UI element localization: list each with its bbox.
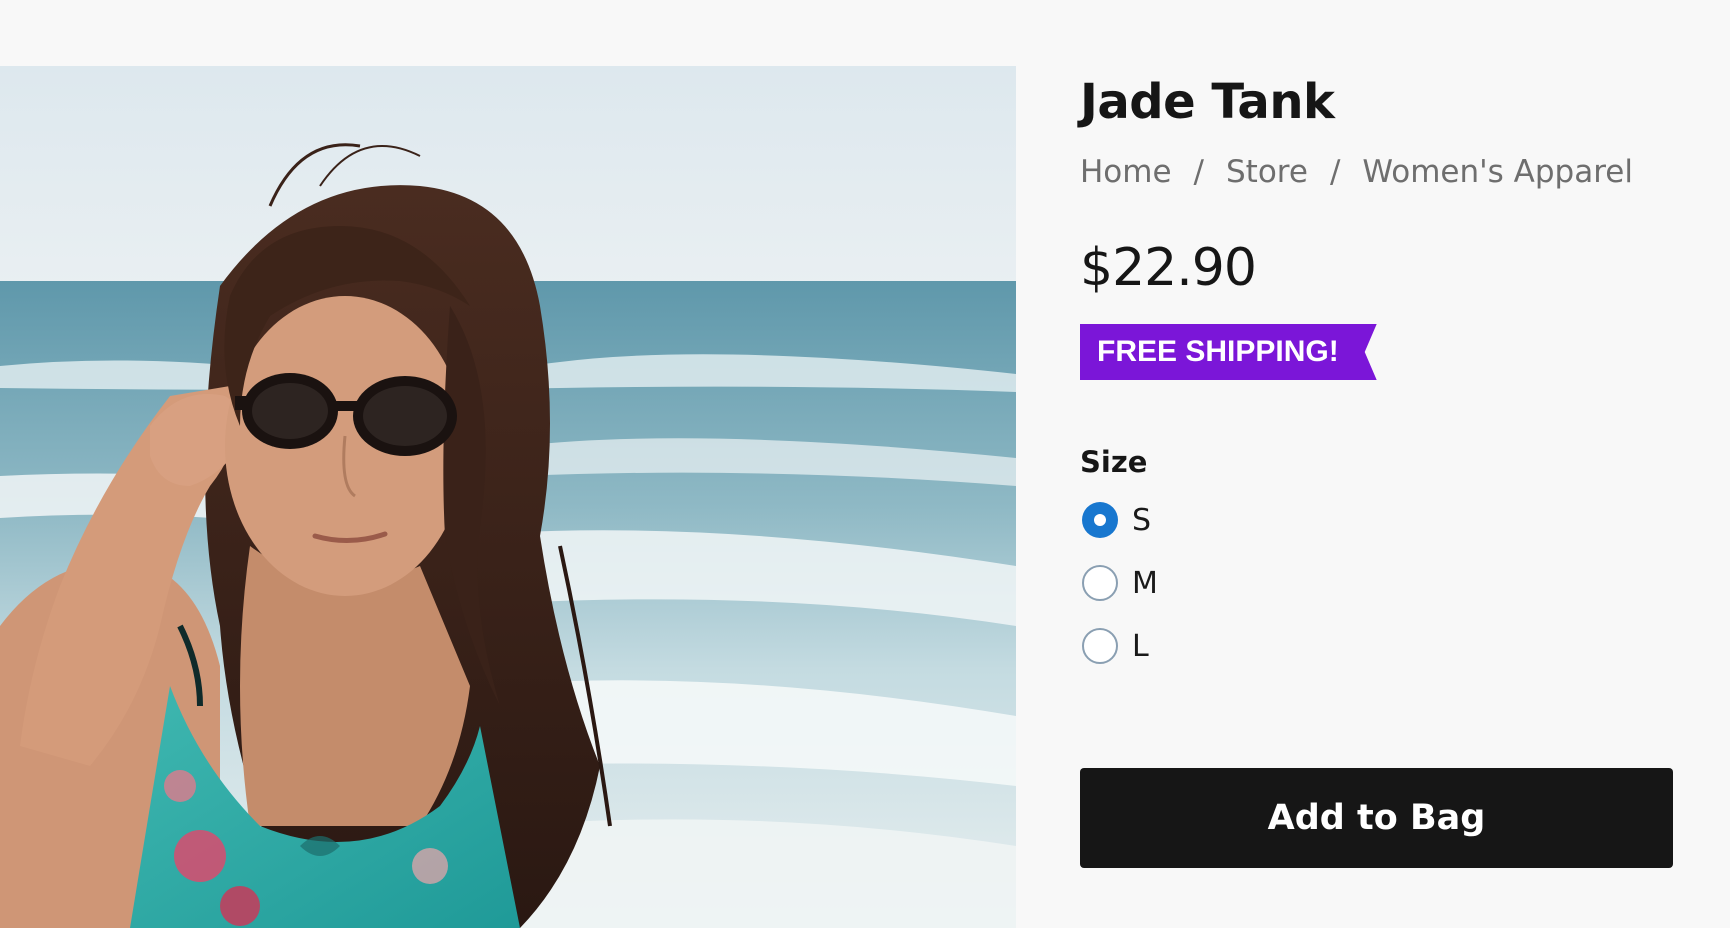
breadcrumb-separator: / [1193, 154, 1204, 190]
product-price: $22.90 [1080, 238, 1257, 298]
breadcrumb-womens-apparel[interactable]: Women's Apparel [1362, 148, 1633, 196]
radio-selected-icon[interactable] [1082, 502, 1118, 538]
breadcrumb-store[interactable]: Store [1226, 148, 1308, 196]
size-option-l[interactable]: L [1080, 626, 1673, 666]
breadcrumb: Home / Store / Women's Apparel [1080, 148, 1673, 196]
size-option-label: L [1132, 628, 1149, 664]
size-label: Size [1080, 445, 1148, 479]
add-to-bag-button[interactable]: Add to Bag [1080, 768, 1673, 868]
size-selector: Size S M L [1080, 442, 1673, 666]
product-image [0, 66, 1016, 928]
size-option-s[interactable]: S [1080, 500, 1673, 540]
radio-unselected-icon[interactable] [1082, 628, 1118, 664]
radio-unselected-icon[interactable] [1082, 565, 1118, 601]
breadcrumb-separator: / [1329, 154, 1341, 190]
breadcrumb-home[interactable]: Home [1080, 148, 1172, 196]
product-page: Jade Tank Home / Store / Women's Apparel… [0, 0, 1730, 928]
size-option-label: S [1132, 502, 1152, 538]
size-option-label: M [1132, 565, 1158, 601]
size-options: S M L [1080, 500, 1673, 666]
product-title: Jade Tank [1080, 74, 1335, 130]
product-details: Jade Tank Home / Store / Women's Apparel… [1080, 66, 1673, 689]
size-option-m[interactable]: M [1080, 563, 1673, 603]
free-shipping-badge: FREE SHIPPING! [1080, 324, 1377, 380]
